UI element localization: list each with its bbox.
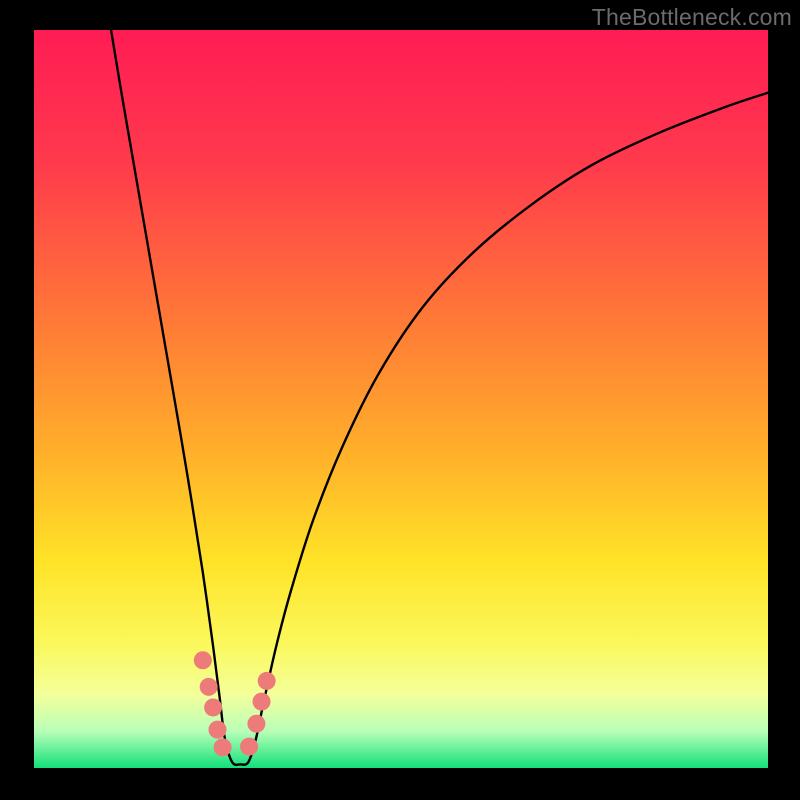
data-marker bbox=[253, 693, 271, 711]
plot-area bbox=[34, 30, 768, 768]
gradient-background bbox=[34, 30, 768, 768]
data-marker bbox=[258, 672, 276, 690]
data-marker bbox=[240, 738, 258, 756]
plot-svg bbox=[34, 30, 768, 768]
chart-frame: TheBottleneck.com bbox=[0, 0, 800, 800]
data-marker bbox=[204, 698, 222, 716]
data-marker bbox=[214, 738, 232, 756]
data-marker bbox=[200, 678, 218, 696]
data-marker bbox=[209, 721, 227, 739]
watermark-text: TheBottleneck.com bbox=[592, 4, 792, 31]
data-marker bbox=[194, 651, 212, 669]
data-marker bbox=[247, 715, 265, 733]
